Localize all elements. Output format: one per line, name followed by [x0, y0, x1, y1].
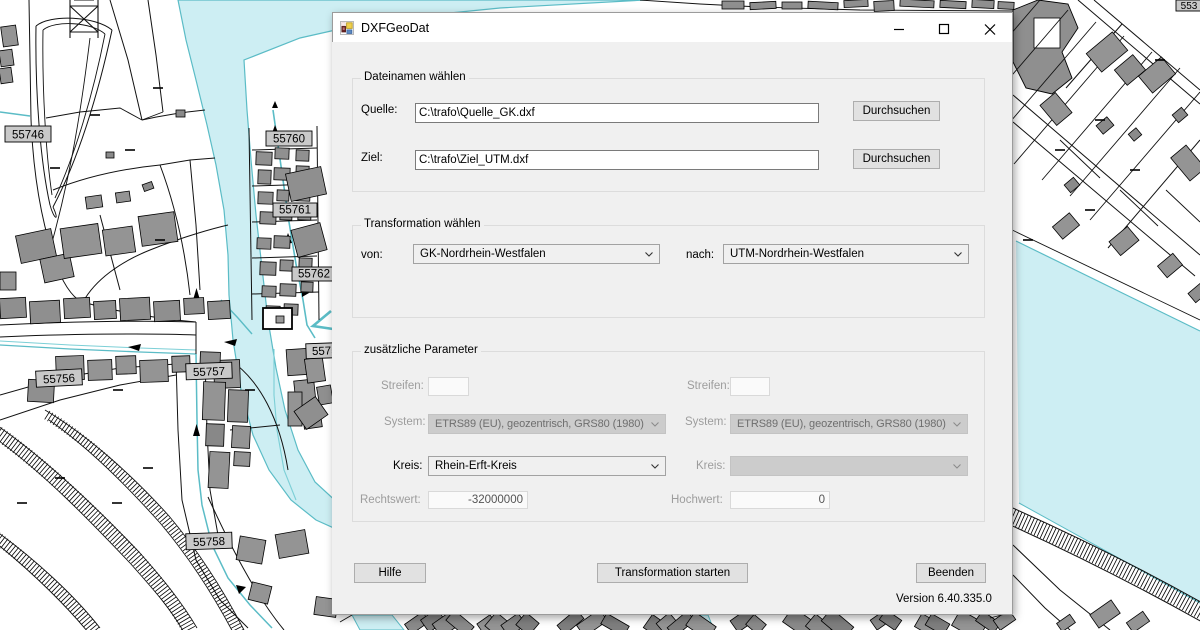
svg-text:55756: 55756	[43, 373, 76, 387]
svg-text:55746: 55746	[12, 130, 44, 142]
svg-text:55758: 55758	[193, 536, 225, 549]
svg-text:553: 553	[1181, 1, 1198, 12]
svg-text:55761: 55761	[279, 205, 311, 217]
svg-text:55762: 55762	[298, 269, 330, 281]
svg-text:55760: 55760	[273, 134, 305, 146]
svg-text:55757: 55757	[193, 366, 225, 379]
